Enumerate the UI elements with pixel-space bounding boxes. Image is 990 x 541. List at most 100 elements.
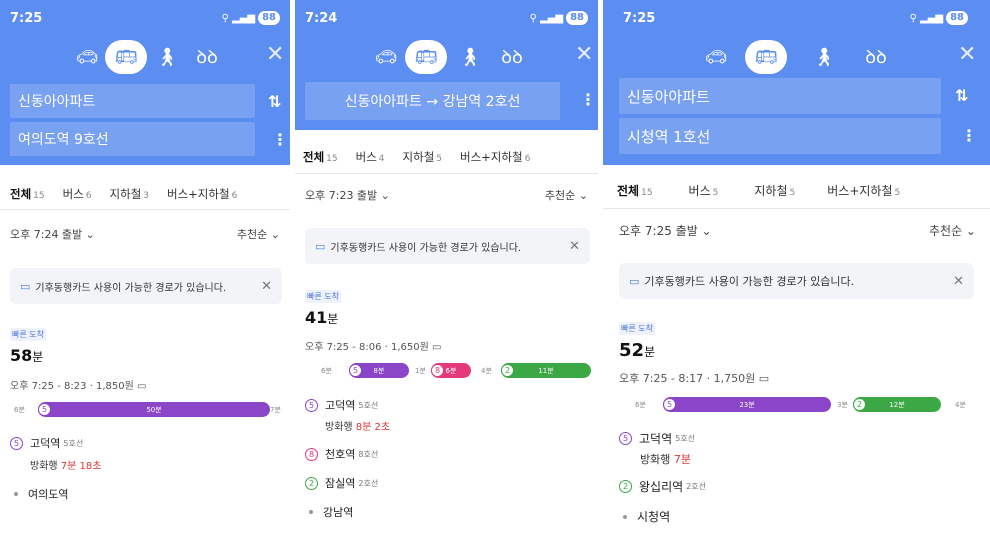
- route-bar[interactable]: 6분 8분 5 1분 6분 8 4분 11분 2: [305, 363, 593, 378]
- close-icon[interactable]: ✕: [575, 42, 593, 67]
- card-icon: ▭: [629, 274, 640, 288]
- filter-tabs: 전체 15 버스 6 지하철 3 버스+지하철 6: [0, 178, 290, 210]
- close-icon[interactable]: ✕: [569, 239, 580, 254]
- step-transit[interactable]: 5 고덕역 5호선: [305, 397, 378, 413]
- tab-all[interactable]: 전체 15: [10, 186, 45, 202]
- battery-badge: 88: [946, 11, 968, 25]
- tab-subway[interactable]: 지하철 5: [754, 182, 795, 199]
- climate-card-banner[interactable]: ▭ 기후동행카드 사용이 가능한 경로가 있습니다. ✕: [619, 263, 974, 299]
- climate-card-banner[interactable]: ▭ 기후동행카드 사용이 가능한 경로가 있습니다. ✕: [10, 268, 282, 304]
- walk-transfer: 1분: [415, 367, 426, 375]
- more-vertical-icon[interactable]: ⋮: [580, 90, 596, 109]
- line-badge: 8: [431, 364, 444, 377]
- departure-selector[interactable]: 오후 7:25 출발 ⌄: [619, 222, 712, 239]
- line-name: 5호선: [675, 434, 695, 443]
- bus-icon[interactable]: 🚌︎: [405, 40, 447, 74]
- bike-icon[interactable]: ꝺꝺ: [190, 40, 224, 74]
- tab-subway[interactable]: 지하철 3: [110, 186, 149, 202]
- step-transfer[interactable]: 2 왕십리역 2호선: [619, 478, 706, 495]
- line-name: 2호선: [686, 482, 706, 491]
- swap-icon[interactable]: ⇅: [268, 92, 281, 111]
- walk-start: 6분: [635, 401, 646, 409]
- filter-tabs: 전체 15 버스 5 지하철 5 버스+지하철 5: [603, 173, 990, 209]
- tab-bus-subway[interactable]: 버스+지하철 6: [167, 186, 237, 202]
- destination-field[interactable]: 여의도역 9호선: [10, 122, 255, 156]
- walk-end: 7분: [270, 406, 281, 414]
- bus-icon[interactable]: 🚌︎: [745, 40, 787, 74]
- tab-all[interactable]: 전체 15: [303, 149, 338, 165]
- sort-selector[interactable]: 추천순 ⌄: [237, 226, 280, 242]
- route-bar[interactable]: 6분 23분 5 3분 12분 2 4분: [619, 397, 979, 412]
- status-bar: 7:25 ⚲ ▂▄▆ 88: [10, 8, 280, 28]
- bus-icon[interactable]: 🚌︎: [105, 40, 147, 74]
- line-badge: 5: [619, 432, 632, 445]
- walk-transfer: 3분: [837, 401, 848, 409]
- more-vertical-icon[interactable]: ⋮: [961, 126, 977, 145]
- car-icon[interactable]: 🚗︎: [70, 40, 104, 74]
- tab-all[interactable]: 전체 15: [617, 182, 653, 199]
- route-bar[interactable]: 6분 50분 5 7분: [10, 402, 285, 417]
- tab-bus[interactable]: 버스 4: [356, 149, 385, 165]
- swap-icon[interactable]: ⇅: [955, 86, 968, 105]
- route-meta: 오후 7:25 - 8:17 · 1,750원 ▭: [619, 372, 770, 385]
- close-icon[interactable]: ✕: [266, 42, 284, 67]
- close-icon[interactable]: ✕: [953, 274, 964, 289]
- walk-icon[interactable]: 🚶︎: [807, 40, 841, 74]
- line-name: 5호선: [63, 438, 84, 448]
- route-duration: 52분: [619, 340, 656, 361]
- bike-icon[interactable]: ꝺꝺ: [859, 40, 893, 74]
- walk-icon[interactable]: 🚶︎: [453, 40, 487, 74]
- signal-icon: ▂▄▆: [540, 12, 564, 24]
- step-transfer[interactable]: 8 천호역 8호선: [305, 446, 378, 462]
- station-name: 고덕역: [30, 437, 61, 450]
- status-bar: 7:24 ⚲ ▂▄▆ 88: [305, 8, 588, 28]
- status-time: 7:25: [623, 10, 656, 26]
- card-icon: ▭: [20, 279, 31, 293]
- mode-tabs: 🚗︎ 🚌︎ 🚶︎ ꝺꝺ: [295, 40, 598, 74]
- sort-selector[interactable]: 추천순 ⌄: [929, 222, 976, 239]
- route-summary-field[interactable]: 신동아아파트 → 강남역 2호선: [305, 82, 560, 120]
- tab-subway[interactable]: 지하철 5: [403, 149, 442, 165]
- departure-selector[interactable]: 오후 7:24 출발 ⌄: [10, 226, 95, 242]
- status-time: 7:24: [305, 10, 338, 26]
- more-vertical-icon[interactable]: ⋮: [272, 130, 288, 149]
- walk-icon[interactable]: 🚶︎: [150, 40, 184, 74]
- arrival-info: 방화행 8분 2초: [325, 422, 391, 433]
- close-icon[interactable]: ✕: [958, 42, 976, 67]
- tab-bus-subway[interactable]: 버스+지하철 6: [460, 149, 530, 165]
- segment-line2: 12분: [853, 397, 941, 412]
- tab-bus-subway[interactable]: 버스+지하철 5: [827, 182, 900, 199]
- line-badge: 2: [305, 476, 318, 490]
- tab-bus[interactable]: 버스 6: [63, 186, 92, 202]
- card-icon: ▭: [432, 342, 442, 353]
- signal-icon: ▂▄▆: [920, 12, 944, 24]
- mode-tabs: 🚗︎ 🚌︎ 🚶︎ ꝺꝺ: [603, 40, 990, 74]
- card-icon: ▭: [137, 381, 147, 392]
- mode-tabs: 🚗︎ 🚌︎ 🚶︎ ꝺꝺ: [0, 40, 290, 74]
- step-transit[interactable]: 5 고덕역 5호선: [619, 430, 695, 447]
- line-badge: 5: [663, 398, 676, 411]
- climate-card-banner[interactable]: ▭ 기후동행카드 사용이 가능한 경로가 있습니다. ✕: [305, 228, 590, 264]
- sort-selector[interactable]: 추천순 ⌄: [545, 187, 588, 203]
- origin-field[interactable]: 신동아아파트: [619, 78, 941, 114]
- origin-field[interactable]: 신동아아파트: [10, 84, 255, 118]
- line-badge: 2: [501, 364, 514, 377]
- line-badge: 5: [38, 403, 51, 416]
- route-duration: 41분: [305, 308, 339, 327]
- walk-start: 6분: [321, 367, 332, 375]
- step-transfer[interactable]: 2 잠실역 2호선: [305, 475, 378, 491]
- station-name: 고덕역: [325, 399, 356, 412]
- departure-selector[interactable]: 오후 7:23 출발 ⌄: [305, 187, 390, 203]
- tab-bus[interactable]: 버스 5: [689, 182, 719, 199]
- bike-icon[interactable]: ꝺꝺ: [495, 40, 529, 74]
- destination-field[interactable]: 시청역 1호선: [619, 118, 941, 154]
- car-icon[interactable]: 🚗︎: [699, 40, 733, 74]
- status-time: 7:25: [10, 10, 43, 26]
- line-name: 2호선: [358, 478, 379, 488]
- close-icon[interactable]: ✕: [261, 279, 272, 294]
- step-transit[interactable]: 5 고덕역 5호선: [10, 435, 83, 451]
- segment-line5: 50분: [38, 402, 270, 417]
- line-badge: 5: [349, 364, 362, 377]
- line-badge: 2: [619, 480, 632, 493]
- car-icon[interactable]: 🚗︎: [369, 40, 403, 74]
